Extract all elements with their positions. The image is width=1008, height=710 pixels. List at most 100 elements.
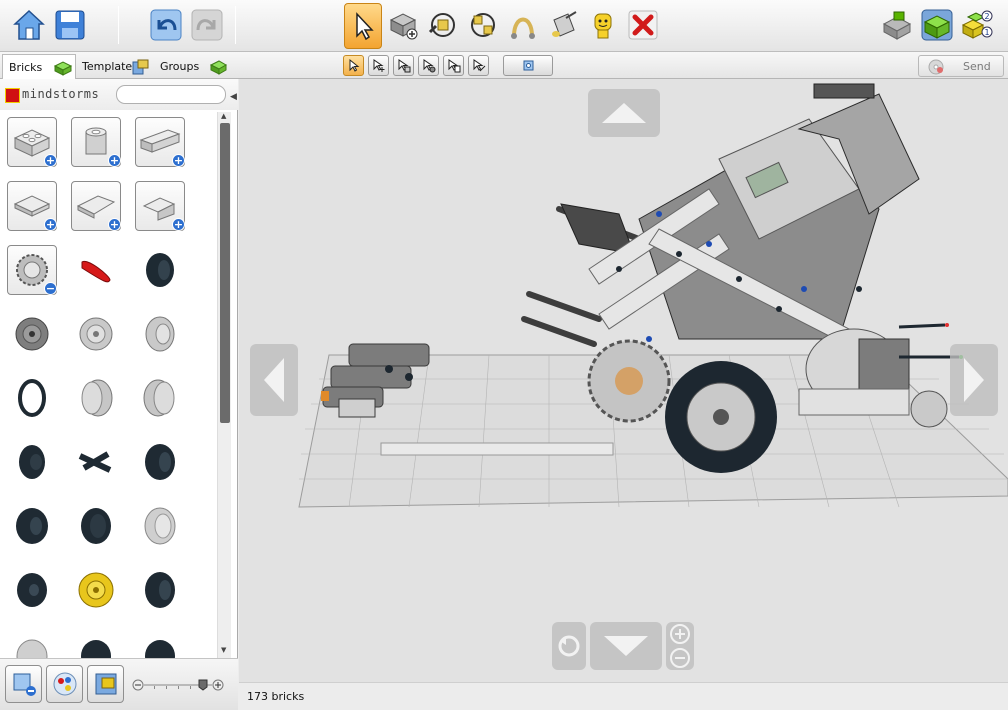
- black-tire5-icon: [145, 572, 175, 608]
- expand-group-icon[interactable]: +: [172, 218, 185, 231]
- hinge-tool-button[interactable]: [424, 5, 462, 45]
- wide-hub-light-item[interactable]: [71, 373, 121, 423]
- collapse-all-button[interactable]: [5, 665, 42, 703]
- paint-tool-button[interactable]: [544, 5, 582, 45]
- hide-tool-button[interactable]: [584, 5, 622, 45]
- invert-select-button[interactable]: [468, 55, 489, 76]
- invert-select-icon: [473, 59, 486, 72]
- tab-groups[interactable]: Groups: [154, 54, 230, 79]
- home-button[interactable]: [10, 5, 48, 45]
- camera-reset-button[interactable]: [503, 55, 553, 76]
- scroll-down-icon[interactable]: ▼: [221, 646, 226, 654]
- redo-icon: [191, 9, 223, 41]
- status-bar: 173 bricks: [239, 682, 1008, 710]
- clone-brick-icon: [389, 13, 418, 40]
- undo-button[interactable]: [147, 5, 185, 45]
- reset-rotation-button[interactable]: [552, 622, 586, 670]
- rubber-band-icon: [18, 379, 46, 417]
- black-hub-icon: [19, 445, 45, 479]
- brick-search-input[interactable]: [116, 85, 226, 104]
- expand-group-icon[interactable]: +: [172, 154, 185, 167]
- black-tire6-item[interactable]: [71, 629, 121, 658]
- collapse-panel-icon[interactable]: ◀: [230, 92, 237, 102]
- zoom-in-icon[interactable]: [670, 624, 690, 644]
- plate-angle-item[interactable]: +: [135, 181, 185, 231]
- plate-2x2-item[interactable]: +: [7, 181, 57, 231]
- zoom-out-icon[interactable]: [670, 648, 690, 668]
- svg-text:1: 1: [984, 28, 989, 37]
- brick-2x2-item[interactable]: +: [7, 117, 57, 167]
- send-label: Send: [963, 60, 991, 73]
- flex-tool-button[interactable]: [504, 5, 542, 45]
- collapse-group-icon[interactable]: −: [44, 282, 57, 295]
- zoom-controls: [666, 622, 694, 670]
- hub-dark-item[interactable]: [7, 309, 57, 359]
- rotate-left-button[interactable]: [250, 344, 298, 416]
- sort-by-color-button[interactable]: [46, 665, 83, 703]
- brick-info-button[interactable]: [87, 665, 124, 703]
- expand-group-icon[interactable]: +: [108, 218, 121, 231]
- gear-tire-item[interactable]: −: [7, 245, 57, 295]
- tab-label: Bricks: [9, 60, 43, 74]
- brick-1x4-item[interactable]: +: [135, 117, 185, 167]
- hinge-align-tool-button[interactable]: [464, 5, 502, 45]
- undo-icon: [150, 9, 182, 41]
- tab-bricks[interactable]: Bricks: [2, 54, 76, 79]
- save-button[interactable]: [51, 5, 89, 45]
- round-brick-item[interactable]: +: [71, 117, 121, 167]
- red-axle-item[interactable]: [71, 245, 121, 295]
- same-shape-select-button[interactable]: [443, 55, 464, 76]
- same-shape-select-icon: [448, 59, 461, 73]
- grey-hub3-item[interactable]: [135, 501, 185, 551]
- black-tire-item[interactable]: [135, 245, 185, 295]
- rotate-up-button[interactable]: [588, 89, 660, 137]
- scroll-up-icon[interactable]: ▲: [221, 112, 226, 120]
- yellow-hub-item[interactable]: [71, 565, 121, 615]
- select-tool-button[interactable]: [344, 3, 382, 49]
- plate-wedge-item[interactable]: +: [71, 181, 121, 231]
- view-mode-icon: [882, 11, 912, 40]
- black-tire4-item[interactable]: [7, 565, 57, 615]
- black-tire5-item[interactable]: [135, 565, 185, 615]
- clone-tool-button[interactable]: [384, 5, 422, 45]
- robot-model-scene[interactable]: [239, 79, 1008, 682]
- grey-hub4-item[interactable]: [7, 629, 57, 658]
- hub-light-item[interactable]: [71, 309, 121, 359]
- svg-text:2: 2: [984, 12, 989, 21]
- expand-group-icon[interactable]: +: [108, 154, 121, 167]
- expand-group-icon[interactable]: +: [44, 218, 57, 231]
- rubber-band-item[interactable]: [7, 373, 57, 423]
- multi-select-icon: [373, 59, 385, 72]
- hub-wide-item[interactable]: [135, 309, 185, 359]
- scrollbar-thumb[interactable]: [220, 123, 230, 423]
- tab-templates[interactable]: Templates: [76, 54, 154, 79]
- build-mode-button[interactable]: [918, 5, 956, 45]
- black-tire7-item[interactable]: [135, 629, 185, 658]
- black-hub2-item[interactable]: [71, 501, 121, 551]
- rotate-down-button[interactable]: [590, 622, 662, 670]
- same-color-select-icon: [423, 59, 436, 73]
- palette-header: mindstorms ◀: [0, 79, 238, 110]
- connected-select-button[interactable]: [393, 55, 414, 76]
- send-button[interactable]: Send: [918, 55, 1004, 77]
- hub-dark-icon: [15, 317, 49, 351]
- instructions-mode-button[interactable]: 2 1: [958, 5, 996, 45]
- arrow-down-icon: [604, 636, 648, 656]
- palette-zoom-slider[interactable]: [132, 679, 228, 691]
- palette-scrollbar[interactable]: ▲ ▼: [217, 112, 231, 658]
- black-tire2-item[interactable]: [135, 437, 185, 487]
- multi-select-button[interactable]: [368, 55, 389, 76]
- black-tire3-item[interactable]: [7, 501, 57, 551]
- rotate-right-button[interactable]: [950, 344, 998, 416]
- build-canvas[interactable]: [239, 79, 1008, 682]
- wide-hub-light2-item[interactable]: [135, 373, 185, 423]
- single-select-button[interactable]: [343, 55, 364, 76]
- same-color-select-button[interactable]: [418, 55, 439, 76]
- redo-button[interactable]: [188, 5, 226, 45]
- brick-grid: + + + + + + −: [0, 110, 216, 658]
- tread-link-item[interactable]: [71, 437, 121, 487]
- black-hub-item[interactable]: [7, 437, 57, 487]
- expand-group-icon[interactable]: +: [44, 154, 57, 167]
- view-mode-button[interactable]: [878, 5, 916, 45]
- delete-tool-button[interactable]: [624, 5, 662, 45]
